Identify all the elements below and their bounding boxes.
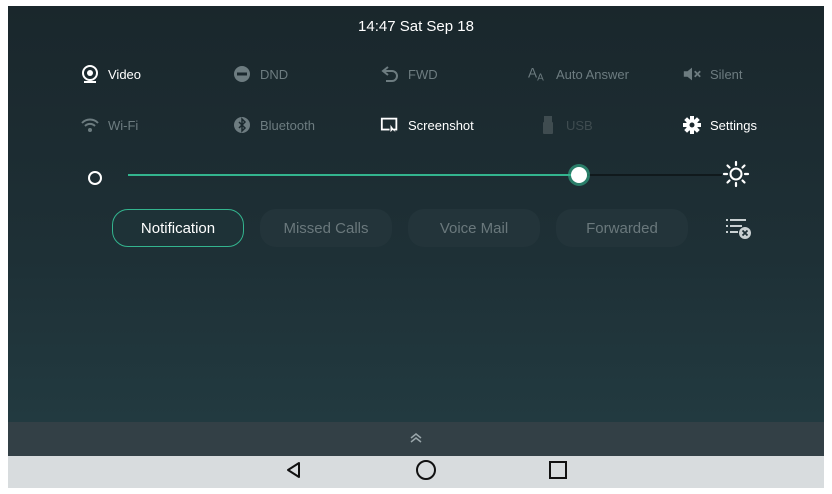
brightness-high-icon xyxy=(722,160,750,193)
bluetooth-toggle[interactable]: Bluetooth xyxy=(232,115,315,135)
settings-button[interactable]: Settings xyxy=(682,115,757,135)
bluetooth-label: Bluetooth xyxy=(260,117,315,133)
brightness-thumb[interactable] xyxy=(571,167,588,183)
dnd-icon xyxy=(232,64,252,84)
auto-answer-toggle[interactable]: AA Auto Answer xyxy=(528,64,629,84)
settings-label: Settings xyxy=(710,117,757,133)
screenshot-button[interactable]: Screenshot xyxy=(380,115,474,135)
silent-icon xyxy=(682,64,702,84)
recents-icon xyxy=(548,460,568,485)
dnd-label: DND xyxy=(260,66,289,82)
clear-list-icon xyxy=(725,219,755,246)
usb-label: USB xyxy=(566,117,593,133)
tab-notification[interactable]: Notification xyxy=(112,209,244,247)
tab-missed-calls[interactable]: Missed Calls xyxy=(260,209,392,247)
video-label: Video xyxy=(108,66,142,82)
tab-forwarded[interactable]: Forwarded xyxy=(556,209,688,247)
tab-voice-mail[interactable]: Voice Mail xyxy=(408,209,540,247)
usb-toggle: USB xyxy=(538,115,593,135)
forward-icon xyxy=(380,64,400,84)
wifi-label: Wi-Fi xyxy=(108,117,139,133)
quick-settings-panel: 14:47 Sat Sep 18 Video DND FWD AA Auto A… xyxy=(8,6,824,422)
bluetooth-icon xyxy=(232,115,252,135)
fwd-label: FWD xyxy=(408,66,438,82)
screenshot-label: Screenshot xyxy=(408,117,474,133)
auto-answer-label: Auto Answer xyxy=(556,66,629,82)
back-button[interactable] xyxy=(282,461,306,483)
wifi-icon xyxy=(80,115,100,135)
chevron-up-icon xyxy=(409,430,423,448)
home-icon xyxy=(415,459,437,486)
video-icon xyxy=(80,64,100,84)
back-icon xyxy=(284,460,304,485)
brightness-low-icon xyxy=(88,171,102,185)
svg-text:A: A xyxy=(537,72,544,83)
navigation-bar xyxy=(8,456,824,488)
home-button[interactable] xyxy=(414,459,438,486)
wifi-toggle[interactable]: Wi-Fi xyxy=(80,115,138,135)
screenshot-icon xyxy=(380,115,400,135)
collapse-panel-handle[interactable] xyxy=(8,422,824,456)
video-toggle[interactable]: Video xyxy=(80,64,141,84)
status-clock: 14:47 Sat Sep 18 xyxy=(358,18,474,35)
phone-screen: 14:47 Sat Sep 18 Video DND FWD AA Auto A… xyxy=(8,6,824,488)
clear-notifications-button[interactable] xyxy=(725,216,755,247)
fwd-toggle[interactable]: FWD xyxy=(380,64,438,84)
dnd-toggle[interactable]: DND xyxy=(232,64,288,84)
auto-answer-icon: AA xyxy=(528,64,548,84)
brightness-slider[interactable] xyxy=(128,167,722,183)
gear-icon xyxy=(682,115,702,135)
recents-button[interactable] xyxy=(546,460,570,485)
usb-icon xyxy=(538,115,558,135)
silent-label: Silent xyxy=(710,66,743,82)
silent-toggle[interactable]: Silent xyxy=(682,64,743,84)
brightness-fill xyxy=(128,174,580,176)
